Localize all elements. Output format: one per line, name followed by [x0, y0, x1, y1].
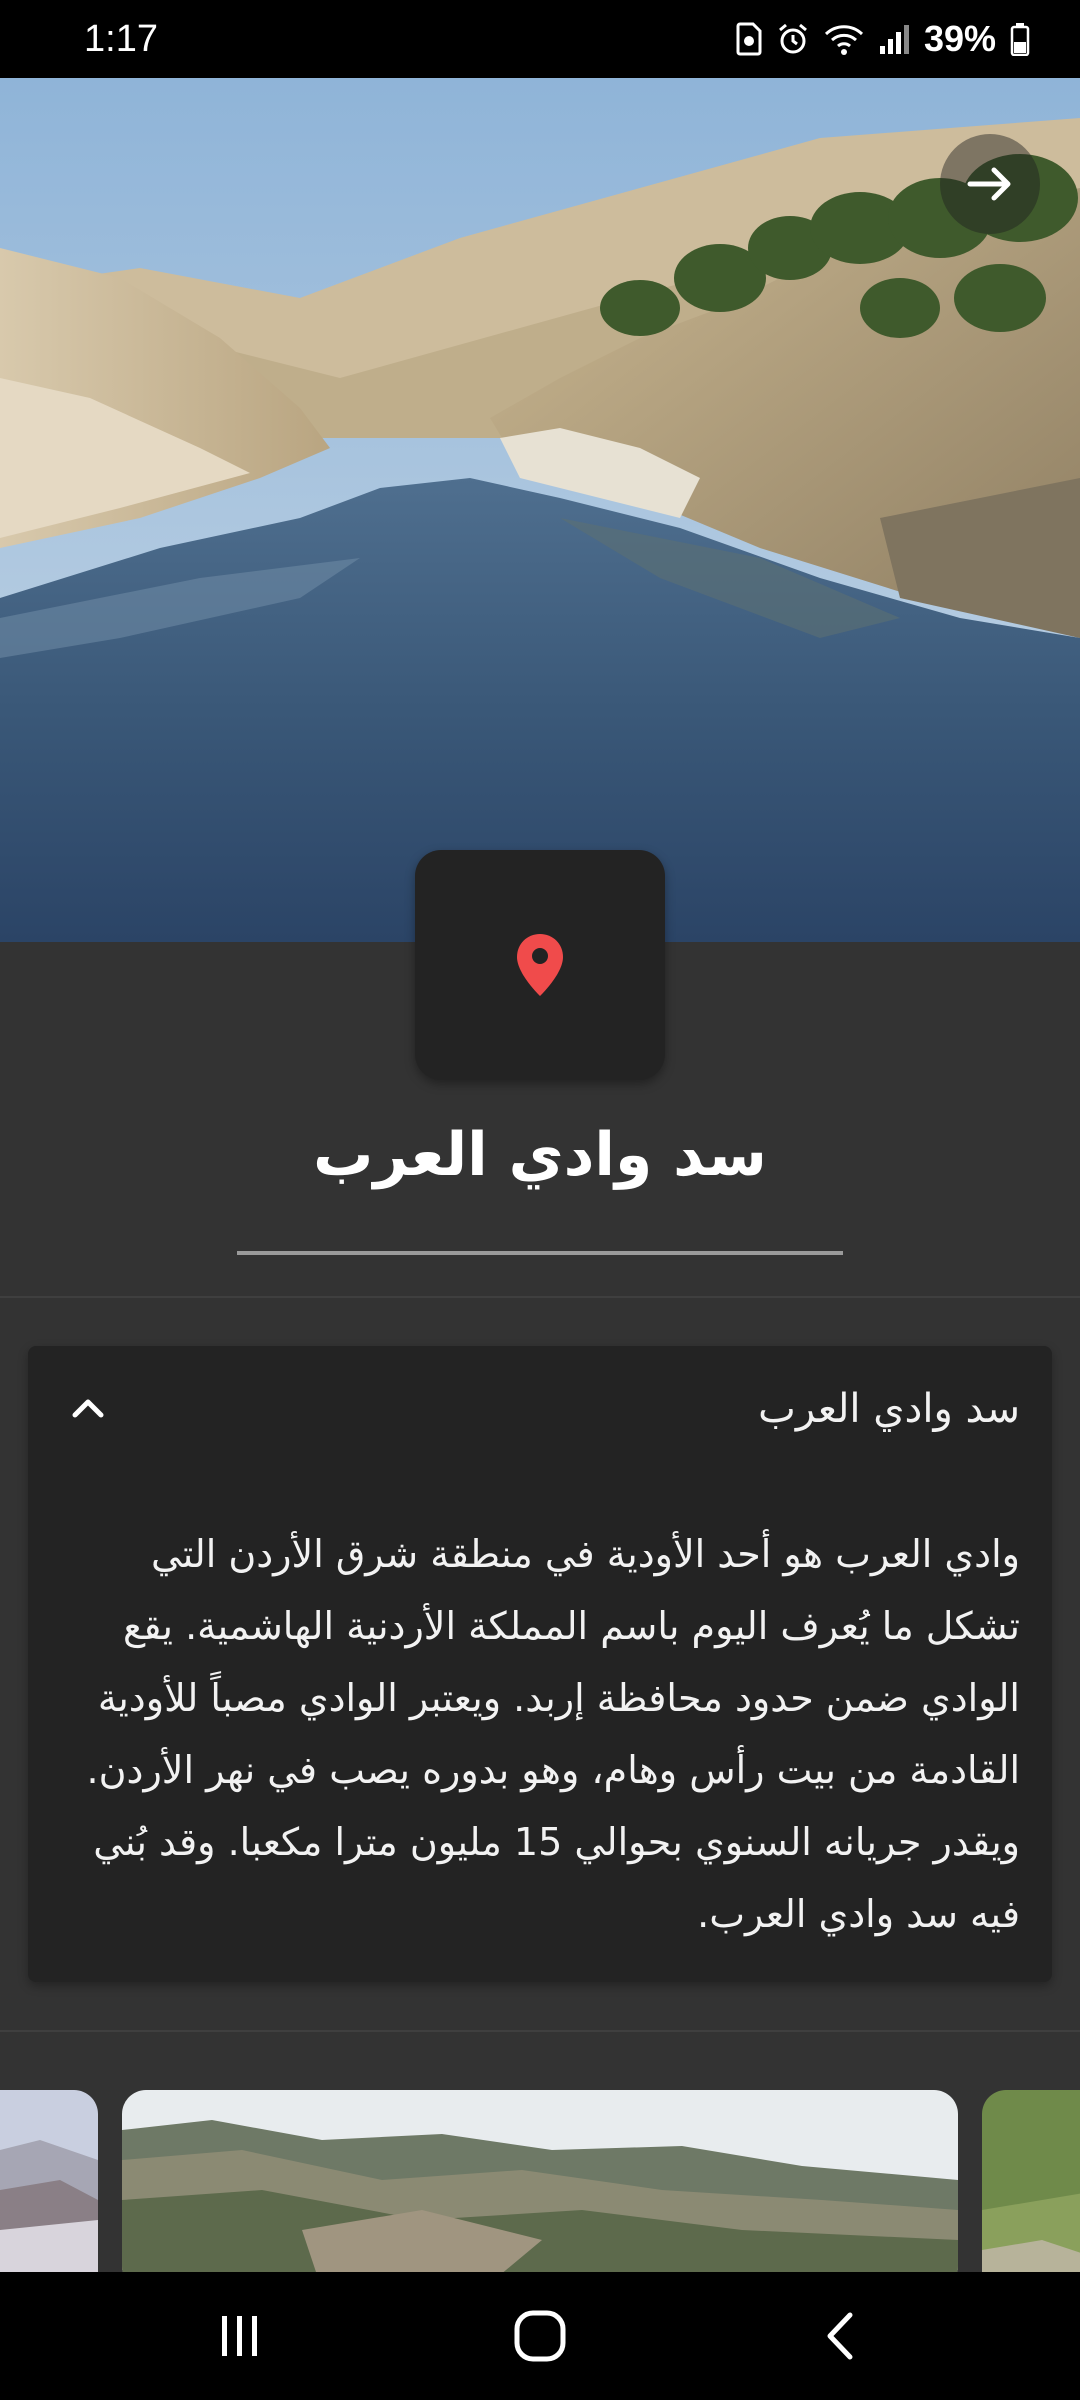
- photo-gallery[interactable]: [0, 2090, 1080, 2272]
- back-button[interactable]: [780, 2286, 900, 2386]
- card-header[interactable]: سد وادي العرب: [28, 1346, 1052, 1476]
- description-card: سد وادي العرب وادي العرب هو أحد الأودية …: [28, 1346, 1052, 1982]
- valley-lake-photo: [0, 78, 1080, 942]
- green-hill-photo: [982, 2090, 1080, 2272]
- status-bar: 1:17 39%: [0, 0, 1080, 78]
- arrow-right-icon: [967, 167, 1011, 201]
- gallery-item[interactable]: [982, 2090, 1080, 2272]
- location-button[interactable]: [415, 850, 665, 1080]
- sim-icon: [736, 22, 762, 56]
- battery-icon: [1010, 22, 1030, 56]
- navigation-bar: [0, 2272, 1080, 2400]
- divider: [0, 2030, 1080, 2032]
- chevron-up-icon: [72, 1399, 104, 1418]
- next-button[interactable]: [940, 134, 1040, 234]
- gallery-item[interactable]: [0, 2090, 98, 2272]
- home-icon: [514, 2310, 566, 2362]
- home-button[interactable]: [480, 2286, 600, 2386]
- recents-icon: [222, 2316, 257, 2356]
- hero-image: [0, 78, 1080, 942]
- mountain-slopes-photo: [122, 2090, 958, 2272]
- card-body-text: وادي العرب هو أحد الأودية في منطقة شرق ا…: [86, 1532, 1020, 1936]
- back-icon: [827, 2312, 853, 2360]
- page-title: سد وادي العرب: [313, 1120, 767, 1190]
- divider: [0, 1296, 1080, 1298]
- title-underline: [237, 1251, 843, 1255]
- alarm-icon: [776, 22, 810, 56]
- status-time: 1:17: [84, 17, 158, 60]
- gallery-item[interactable]: [122, 2090, 958, 2272]
- battery-percent: 39%: [923, 18, 996, 59]
- snowy-hills-photo: [0, 2090, 98, 2272]
- map-pin-icon: [517, 934, 563, 996]
- recents-button[interactable]: [180, 2286, 300, 2386]
- collapse-toggle[interactable]: [58, 1378, 118, 1438]
- wifi-icon: [824, 22, 864, 56]
- signal-icon: [878, 22, 910, 56]
- card-title: سد وادي العرب: [758, 1386, 1020, 1432]
- status-icons: 39%: [736, 18, 1030, 60]
